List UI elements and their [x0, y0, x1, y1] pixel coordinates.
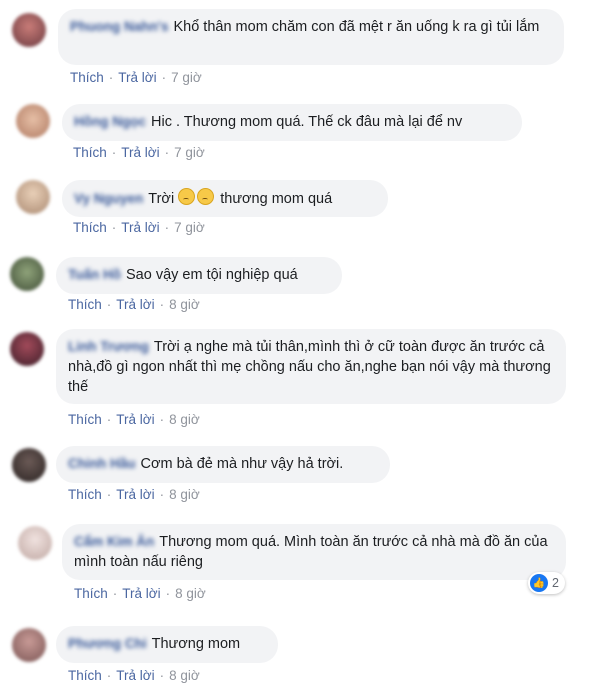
separator: ·: [106, 668, 112, 683]
comment-bubble: Cẩm Kim Ân Thương mom quá. Mình toàn ăn t…: [62, 524, 566, 580]
comment-actions: Thích · Trả lời · 8 giờ: [74, 586, 206, 601]
reply-link[interactable]: Trả lời: [116, 668, 154, 683]
comment-text: Cơm bà đẻ mà như vậy hả trời.: [140, 456, 344, 472]
reply-link[interactable]: Trả lời: [122, 586, 160, 601]
comment-text: Trời: [148, 191, 175, 207]
separator: ·: [159, 668, 165, 683]
comment-bubble: Phương Chi Thương mom: [56, 626, 278, 663]
like-link[interactable]: Thích: [68, 487, 102, 502]
commenter-name[interactable]: Hồng Ngọc: [74, 112, 146, 132]
comment-actions: Thích · Trả lời · 8 giờ: [68, 487, 200, 502]
comment-bubble: Phuong Nahn's Khổ thân mom chăm con đã mệ…: [58, 9, 564, 65]
sad-face-icon: [178, 188, 196, 205]
like-icon: 👍: [530, 574, 548, 592]
avatar[interactable]: [16, 180, 50, 214]
comment-bubble: Tuấn Hồ Sao vậy em tội nghiệp quá: [56, 257, 342, 294]
like-link[interactable]: Thích: [68, 668, 102, 683]
comment-actions: Thích · Trả lời · 7 giờ: [73, 220, 205, 235]
avatar[interactable]: [16, 104, 50, 138]
separator: ·: [112, 586, 118, 601]
separator: ·: [159, 487, 165, 502]
timestamp[interactable]: 7 giờ: [174, 145, 205, 160]
avatar[interactable]: [12, 448, 46, 482]
commenter-name[interactable]: Phuong Nahn's: [70, 17, 168, 37]
reply-link[interactable]: Trả lời: [121, 220, 159, 235]
timestamp[interactable]: 8 giờ: [175, 586, 206, 601]
reaction-number: 2: [552, 576, 559, 590]
reply-link[interactable]: Trả lời: [116, 412, 154, 427]
comment-text: Thương mom: [151, 636, 241, 652]
separator: ·: [164, 145, 170, 160]
reply-link[interactable]: Trả lời: [116, 297, 154, 312]
separator: ·: [111, 145, 117, 160]
commenter-name[interactable]: Linh Trương: [68, 337, 149, 357]
separator: ·: [159, 297, 165, 312]
separator: ·: [159, 412, 165, 427]
avatar[interactable]: [18, 526, 52, 560]
avatar[interactable]: [10, 257, 44, 291]
comment-text: Sao vậy em tội nghiệp quá: [126, 267, 298, 283]
avatar[interactable]: [12, 628, 46, 662]
separator: ·: [108, 70, 114, 85]
comment-text: Hic . Thương mom quá. Thế ck đâu mà lại …: [151, 114, 463, 130]
comment-actions: Thích · Trả lời · 8 giờ: [68, 412, 200, 427]
reply-link[interactable]: Trả lời: [121, 145, 159, 160]
comment-bubble: Chinh Hầu Cơm bà đẻ mà như vậy hả trời.: [56, 446, 390, 483]
comment-bubble: Hồng Ngọc Hic . Thương mom quá. Thế ck đâ…: [62, 104, 522, 141]
commenter-name[interactable]: Phương Chi: [68, 634, 147, 654]
separator: ·: [164, 220, 170, 235]
like-link[interactable]: Thích: [68, 412, 102, 427]
timestamp[interactable]: 8 giờ: [169, 412, 200, 427]
comment-actions: Thích · Trả lời · 7 giờ: [70, 70, 202, 85]
like-link[interactable]: Thích: [73, 145, 107, 160]
reply-link[interactable]: Trả lời: [116, 487, 154, 502]
avatar[interactable]: [12, 13, 46, 47]
separator: ·: [106, 412, 112, 427]
like-link[interactable]: Thích: [68, 297, 102, 312]
timestamp[interactable]: 8 giờ: [169, 487, 200, 502]
comment-bubble: Linh Trương Trời ạ nghe mà tủi thân,mình …: [56, 329, 566, 404]
timestamp[interactable]: 7 giờ: [171, 70, 202, 85]
commenter-name[interactable]: Chinh Hầu: [68, 454, 136, 474]
comment-bubble: Vy Nguyen Trời thương mom quá: [62, 180, 388, 217]
separator: ·: [106, 297, 112, 312]
comment-text: Khổ thân mom chăm con đã mệt r ăn uống k…: [173, 19, 540, 35]
like-link[interactable]: Thích: [70, 70, 104, 85]
comment-text: thương mom quá: [220, 191, 333, 207]
separator: ·: [161, 70, 167, 85]
reaction-count[interactable]: 👍 2: [528, 572, 565, 594]
separator: ·: [106, 487, 112, 502]
comment-actions: Thích · Trả lời · 8 giờ: [68, 297, 200, 312]
avatar[interactable]: [10, 332, 44, 366]
separator: ·: [111, 220, 117, 235]
commenter-name[interactable]: Cẩm Kim Ân: [74, 532, 154, 552]
like-link[interactable]: Thích: [73, 220, 107, 235]
like-link[interactable]: Thích: [74, 586, 108, 601]
comment-actions: Thích · Trả lời · 8 giờ: [68, 668, 200, 683]
comment-actions: Thích · Trả lời · 7 giờ: [73, 145, 205, 160]
timestamp[interactable]: 8 giờ: [169, 668, 200, 683]
timestamp[interactable]: 7 giờ: [174, 220, 205, 235]
reply-link[interactable]: Trả lời: [118, 70, 156, 85]
sad-face-icon: [197, 188, 215, 205]
commenter-name[interactable]: Tuấn Hồ: [68, 265, 121, 285]
separator: ·: [165, 586, 171, 601]
timestamp[interactable]: 8 giờ: [169, 297, 200, 312]
commenter-name[interactable]: Vy Nguyen: [74, 189, 143, 209]
